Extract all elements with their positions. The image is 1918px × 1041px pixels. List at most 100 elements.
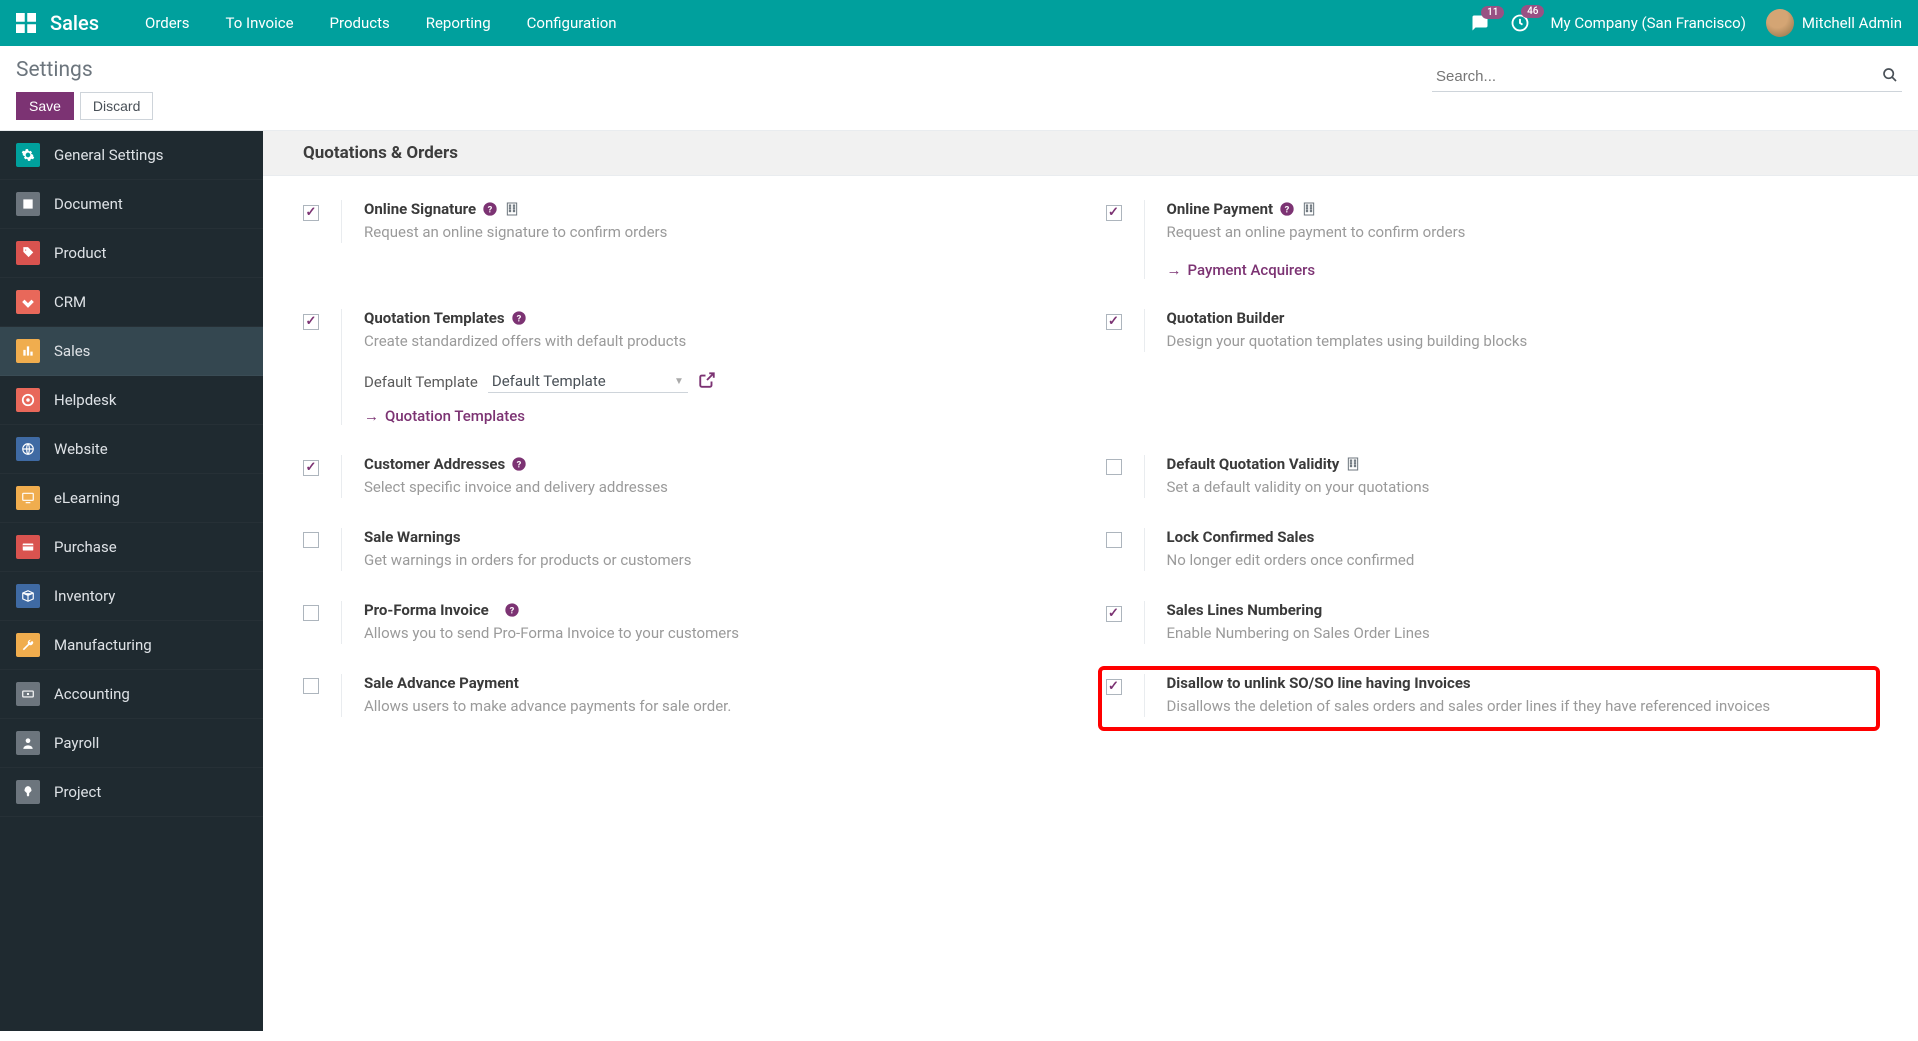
- username: Mitchell Admin: [1802, 14, 1902, 32]
- link-quotation-templates[interactable]: → Quotation Templates: [364, 407, 1076, 425]
- messages-icon[interactable]: 11: [1470, 14, 1490, 32]
- menu-orders[interactable]: Orders: [127, 0, 208, 46]
- setting-title: Default Quotation Validity: [1167, 455, 1340, 473]
- setting-sale-warnings: Sale Warnings Get warnings in orders for…: [303, 528, 1076, 601]
- checkbox-lines-numbering[interactable]: [1106, 606, 1122, 622]
- search-input[interactable]: [1432, 62, 1878, 91]
- sidebar-item-elearning[interactable]: eLearning: [0, 474, 263, 523]
- sidebar-item-label: eLearning: [54, 489, 120, 507]
- search-icon[interactable]: [1878, 63, 1902, 91]
- svg-text:?: ?: [488, 204, 493, 215]
- checkbox-quotation-builder[interactable]: [1106, 314, 1122, 330]
- settings-content[interactable]: Quotations & Orders Online Signature ? R…: [263, 131, 1918, 1031]
- dropdown-default-template[interactable]: Default Template ▼: [488, 370, 688, 393]
- checkbox-lock-confirmed[interactable]: [1106, 532, 1122, 548]
- help-icon[interactable]: ?: [482, 201, 498, 217]
- setting-default-validity: Default Quotation Validity Set a default…: [1106, 455, 1879, 528]
- setting-online-payment: Online Payment ? Request an online payme…: [1106, 200, 1879, 309]
- checkbox-sale-warnings[interactable]: [303, 532, 319, 548]
- setting-lines-numbering: Sales Lines Numbering Enable Numbering o…: [1106, 601, 1879, 674]
- doc-icon: [16, 192, 40, 216]
- setting-desc: Allows you to send Pro-Forma Invoice to …: [364, 623, 1076, 644]
- screen-icon: [16, 486, 40, 510]
- setting-disallow-unlink: Disallow to unlink SO/SO line having Inv…: [1106, 674, 1879, 747]
- field-label-default-template: Default Template: [364, 373, 478, 391]
- setting-title: Quotation Templates: [364, 309, 505, 327]
- chevron-down-icon: ▼: [674, 376, 684, 387]
- checkbox-default-validity[interactable]: [1106, 459, 1122, 475]
- setting-desc: Request an online payment to confirm ord…: [1167, 222, 1879, 243]
- checkbox-proforma[interactable]: [303, 605, 319, 621]
- sidebar-item-website[interactable]: Website: [0, 425, 263, 474]
- checkbox-customer-addresses[interactable]: [303, 460, 319, 476]
- sidebar-item-label: Purchase: [54, 538, 117, 556]
- avatar: [1766, 9, 1794, 37]
- sidebar-item-crm[interactable]: CRM: [0, 278, 263, 327]
- sidebar-item-project[interactable]: Project: [0, 768, 263, 817]
- menu-to-invoice[interactable]: To Invoice: [208, 0, 312, 46]
- search-box[interactable]: [1432, 62, 1902, 92]
- setting-online-signature: Online Signature ? Request an online sig…: [303, 200, 1076, 309]
- checkbox-disallow-unlink[interactable]: [1106, 679, 1122, 695]
- menu-reporting[interactable]: Reporting: [408, 0, 509, 46]
- help-icon[interactable]: ?: [1279, 201, 1295, 217]
- setting-title: Online Signature: [364, 200, 476, 218]
- sidebar-item-label: Project: [54, 783, 101, 801]
- setting-title: Disallow to unlink SO/SO line having Inv…: [1167, 674, 1471, 692]
- app-brand[interactable]: Sales: [50, 11, 99, 35]
- help-icon[interactable]: ?: [504, 602, 520, 618]
- setting-title: Pro-Forma Invoice: [364, 601, 489, 619]
- apps-icon[interactable]: [16, 13, 36, 33]
- checkbox-advance-payment[interactable]: [303, 678, 319, 694]
- sidebar-item-accounting[interactable]: Accounting: [0, 670, 263, 719]
- activities-icon[interactable]: 46: [1510, 13, 1530, 33]
- rocket-icon: [16, 780, 40, 804]
- setting-desc: Request an online signature to confirm o…: [364, 222, 1076, 243]
- save-button[interactable]: Save: [16, 92, 74, 120]
- setting-title: Lock Confirmed Sales: [1167, 528, 1315, 546]
- setting-title: Sale Warnings: [364, 528, 461, 546]
- checkbox-quotation-templates[interactable]: [303, 314, 319, 330]
- checkbox-online-signature[interactable]: [303, 205, 319, 221]
- sidebar-item-document[interactable]: Document: [0, 180, 263, 229]
- sidebar-item-payroll[interactable]: Payroll: [0, 719, 263, 768]
- lifebuoy-icon: [16, 388, 40, 412]
- svg-text:?: ?: [517, 459, 522, 470]
- sidebar-item-purchase[interactable]: Purchase: [0, 523, 263, 572]
- sidebar-item-sales[interactable]: Sales: [0, 327, 263, 376]
- sidebar-item-label: Accounting: [54, 685, 130, 703]
- setting-desc: Set a default validity on your quotation…: [1167, 477, 1879, 498]
- sidebar-item-product[interactable]: Product: [0, 229, 263, 278]
- link-payment-acquirers[interactable]: → Payment Acquirers: [1167, 261, 1879, 279]
- sidebar-item-label: Manufacturing: [54, 636, 152, 654]
- svg-text:?: ?: [510, 605, 515, 616]
- help-icon[interactable]: ?: [511, 310, 527, 326]
- setting-advance-payment: Sale Advance Payment Allows users to mak…: [303, 674, 1076, 747]
- menu-configuration[interactable]: Configuration: [509, 0, 635, 46]
- setting-desc: Disallows the deletion of sales orders a…: [1167, 696, 1879, 717]
- help-icon[interactable]: ?: [511, 456, 527, 472]
- settings-sidebar: General Settings Document Product CRM Sa…: [0, 131, 263, 1031]
- sidebar-item-label: CRM: [54, 293, 86, 311]
- globe-icon: [16, 437, 40, 461]
- card-icon: [16, 535, 40, 559]
- user-menu[interactable]: Mitchell Admin: [1766, 9, 1902, 37]
- external-link-icon[interactable]: [698, 371, 716, 393]
- sidebar-item-general-settings[interactable]: General Settings: [0, 131, 263, 180]
- company-switcher[interactable]: My Company (San Francisco): [1550, 14, 1745, 32]
- sidebar-item-label: General Settings: [54, 146, 164, 164]
- sidebar-item-manufacturing[interactable]: Manufacturing: [0, 621, 263, 670]
- setting-proforma: Pro-Forma Invoice ? Allows you to send P…: [303, 601, 1076, 674]
- menu-products[interactable]: Products: [312, 0, 408, 46]
- top-navbar: Sales Orders To Invoice Products Reporti…: [0, 0, 1918, 46]
- section-header: Quotations & Orders: [263, 131, 1918, 176]
- setting-quotation-builder: Quotation Builder Design your quotation …: [1106, 309, 1879, 455]
- arrow-icon: →: [364, 407, 379, 425]
- discard-button[interactable]: Discard: [80, 92, 153, 120]
- tag-icon: [16, 241, 40, 265]
- top-menu: Orders To Invoice Products Reporting Con…: [127, 0, 635, 46]
- sidebar-item-helpdesk[interactable]: Helpdesk: [0, 376, 263, 425]
- enterprise-icon: [1301, 201, 1317, 217]
- checkbox-online-payment[interactable]: [1106, 205, 1122, 221]
- sidebar-item-inventory[interactable]: Inventory: [0, 572, 263, 621]
